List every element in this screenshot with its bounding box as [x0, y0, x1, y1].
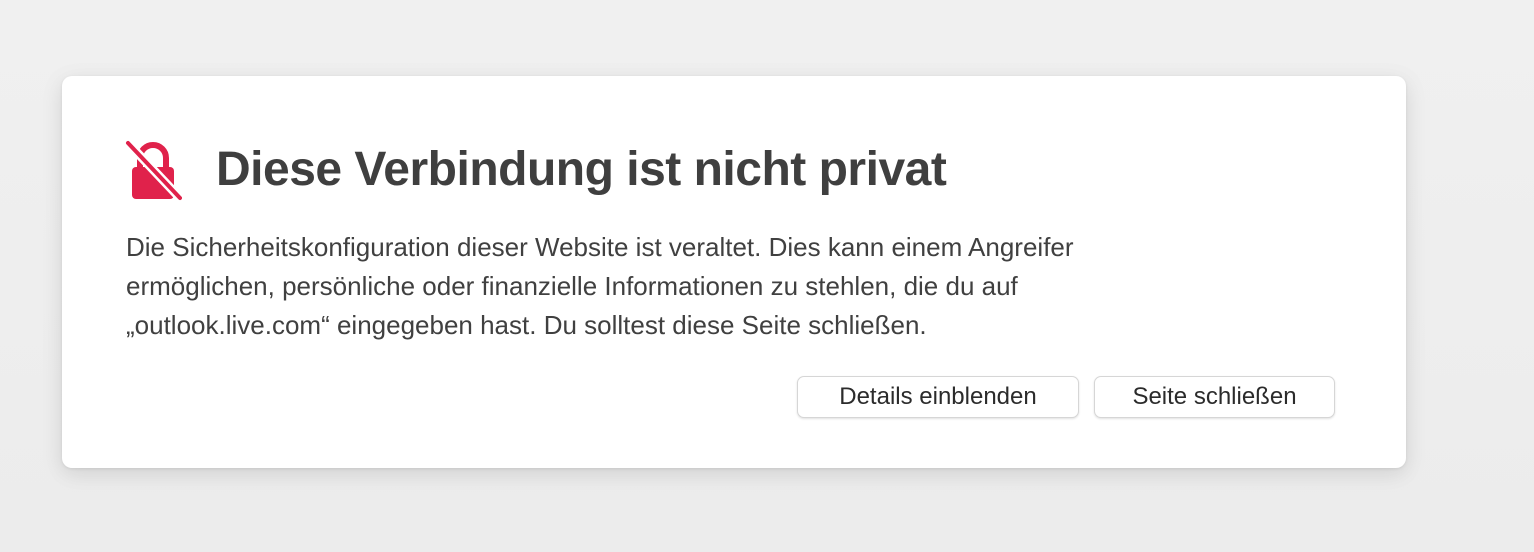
- warning-message: Die Sicherheitskonfiguration dieser Webs…: [126, 232, 1074, 340]
- security-warning-card: Diese Verbindung ist nicht privat Die Si…: [62, 76, 1406, 468]
- button-row: Details einblenden Seite schließen: [797, 376, 1335, 418]
- page-background: Diese Verbindung ist nicht privat Die Si…: [0, 0, 1534, 552]
- page-title: Diese Verbindung ist nicht privat: [216, 143, 947, 196]
- lock-slash-icon: [124, 140, 182, 202]
- close-page-button[interactable]: Seite schließen: [1094, 376, 1335, 418]
- show-details-button[interactable]: Details einblenden: [797, 376, 1079, 418]
